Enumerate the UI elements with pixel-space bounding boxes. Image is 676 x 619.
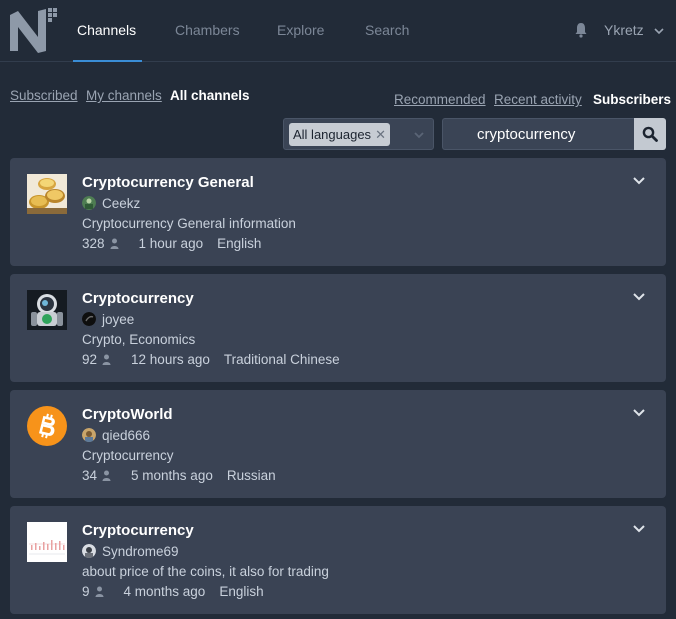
subscriber-count: 34 (82, 468, 98, 483)
owner-name: Syndrome69 (102, 544, 179, 559)
owner-name: Ceekz (102, 196, 141, 211)
user-menu[interactable]: Ykretz (604, 0, 664, 61)
last-activity: 4 months ago (123, 584, 206, 599)
channel-card[interactable]: Cryptocurrency joyee Crypto, Economics 9… (10, 274, 666, 382)
owner-name: qied666 (102, 428, 151, 443)
search-input[interactable] (442, 118, 634, 150)
bell-icon[interactable] (574, 22, 588, 38)
bitcoin-icon (27, 406, 67, 446)
channel-title[interactable]: Cryptocurrency (82, 290, 194, 307)
last-activity: 1 hour ago (138, 236, 204, 251)
channel-meta: 34 5 months ago Russian (82, 468, 276, 483)
sort-recommended[interactable]: Recommended (394, 92, 486, 107)
person-icon (102, 470, 111, 481)
app-logo[interactable] (8, 5, 60, 55)
subscriber-count: 92 (82, 352, 98, 367)
channel-title[interactable]: CryptoWorld (82, 406, 173, 423)
person-icon (102, 354, 111, 365)
channel-owner[interactable]: qied666 (82, 428, 150, 444)
language-tag: All languages ✕ (289, 123, 390, 146)
channel-owner[interactable]: Ceekz (82, 196, 140, 212)
channel-description: Cryptocurrency (82, 448, 174, 463)
search-button[interactable] (634, 118, 666, 150)
channel-owner[interactable]: Syndrome69 (82, 544, 179, 560)
chevron-down-icon[interactable] (632, 408, 646, 418)
person-icon (110, 238, 119, 249)
chevron-down-icon[interactable] (632, 292, 646, 302)
channel-meta: 92 12 hours ago Traditional Chinese (82, 352, 340, 367)
filter-subscribed[interactable]: Subscribed (10, 88, 78, 103)
tab-chambers[interactable]: Chambers (175, 0, 240, 61)
chevron-down-icon[interactable] (413, 129, 425, 141)
channel-title[interactable]: Cryptocurrency General (82, 174, 254, 191)
tab-search[interactable]: Search (365, 0, 409, 61)
tab-channels[interactable]: Channels (72, 0, 143, 62)
person-icon (95, 586, 104, 597)
close-icon[interactable]: ✕ (375, 123, 386, 146)
avatar (82, 428, 96, 442)
channel-thumbnail (27, 174, 67, 214)
chevron-down-icon[interactable] (632, 524, 646, 534)
channel-language: Traditional Chinese (223, 352, 340, 367)
chevron-down-icon (654, 28, 664, 34)
avatar (82, 312, 96, 326)
channel-language: English (219, 584, 264, 599)
sort-recent-activity[interactable]: Recent activity (494, 92, 582, 107)
owner-name: joyee (102, 312, 135, 327)
last-activity: 5 months ago (131, 468, 213, 483)
channel-card[interactable]: CryptoWorld qied666 Cryptocurrency 34 5 m… (10, 390, 666, 498)
channel-language: Russian (226, 468, 276, 483)
channel-meta: 9 4 months ago English (82, 584, 264, 599)
channel-thumbnail (27, 522, 67, 562)
channel-card[interactable]: Cryptocurrency General Ceekz Cryptocurre… (10, 158, 666, 266)
channel-meta: 328 1 hour ago English (82, 236, 261, 251)
filter-my-channels[interactable]: My channels (86, 88, 162, 103)
channel-language: English (217, 236, 262, 251)
language-select[interactable]: All languages ✕ (283, 118, 434, 150)
search-icon (642, 126, 658, 142)
sort-subscribers[interactable]: Subscribers (593, 92, 671, 107)
channel-description: Cryptocurrency General information (82, 216, 296, 231)
last-activity: 12 hours ago (131, 352, 210, 367)
channel-title[interactable]: Cryptocurrency (82, 522, 194, 539)
subscriber-count: 328 (82, 236, 105, 251)
channel-thumbnail (27, 290, 67, 330)
language-tag-label: All languages (293, 127, 372, 142)
top-navigation: Channels Chambers Explore Search Ykretz (0, 0, 676, 62)
channel-description: Crypto, Economics (82, 332, 196, 347)
channel-card[interactable]: Cryptocurrency Syndrome69 about price of… (10, 506, 666, 614)
avatar (82, 196, 96, 210)
tab-explore[interactable]: Explore (277, 0, 324, 61)
chevron-down-icon[interactable] (632, 176, 646, 186)
user-name: Ykretz (604, 22, 644, 38)
channel-owner[interactable]: joyee (82, 312, 134, 328)
subscriber-count: 9 (82, 584, 90, 599)
filter-all-channels[interactable]: All channels (170, 88, 250, 103)
channel-description: about price of the coins, it also for tr… (82, 564, 329, 579)
avatar (82, 544, 96, 558)
